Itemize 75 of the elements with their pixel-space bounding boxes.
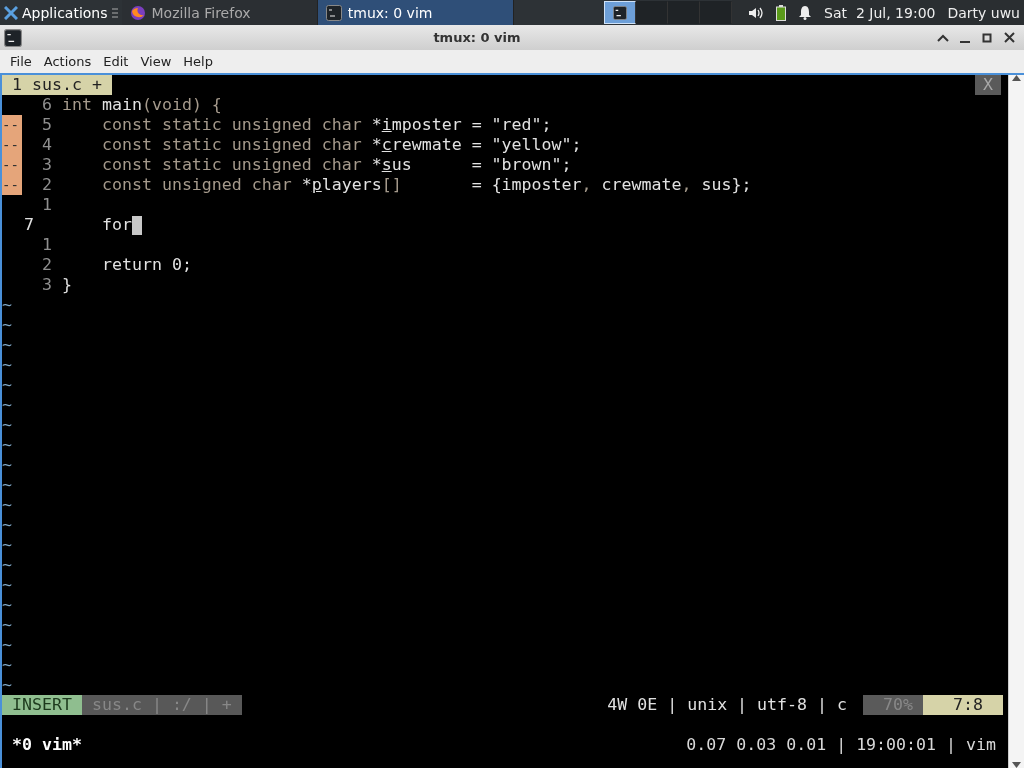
empty-line-marker: ~ — [2, 655, 12, 675]
clock[interactable]: Sat 2 Jul, 19:00 — [824, 4, 936, 21]
git-sign: -- — [2, 135, 22, 155]
terminal-icon — [613, 5, 628, 20]
code-line: } — [62, 275, 72, 295]
empty-line-marker: ~ — [2, 435, 12, 455]
line-number: 5 — [41, 115, 53, 135]
cursor-position: 7:8 — [923, 695, 1003, 715]
scrollbar[interactable] — [1008, 75, 1024, 768]
file-details: 4W 0E | unix | utf-8 | c — [607, 695, 849, 715]
git-sign: -- — [2, 175, 22, 195]
terminal-icon — [325, 4, 342, 21]
taskbar-button[interactable]: tmux: 0 vim — [317, 0, 515, 25]
empty-line-marker: ~ — [2, 315, 12, 335]
volume-icon[interactable] — [748, 5, 765, 20]
menu-icon — [111, 7, 118, 18]
code-line: const unsigned char *players[] = {imposter, crewmate, sus}; — [100, 175, 752, 195]
empty-line-marker: ~ — [2, 575, 12, 595]
menu-item[interactable]: Help — [177, 54, 219, 69]
minimize-icon — [960, 40, 970, 43]
terminal-icon — [4, 28, 22, 47]
down-arrow-icon[interactable] — [1012, 762, 1021, 768]
empty-line-marker: ~ — [2, 675, 12, 695]
empty-line-marker: ~ — [2, 515, 12, 535]
code-line: const static unsigned char *imposter = "red"; — [100, 115, 552, 135]
code-line: return 0; — [100, 255, 192, 275]
browser-icon — [129, 4, 146, 21]
battery-icon[interactable] — [776, 4, 787, 21]
line-number: 3 — [41, 275, 53, 295]
empty-line-marker: ~ — [2, 375, 12, 395]
code-line: const static unsigned char *sus = "brown"; — [100, 155, 572, 175]
line-number: 4 — [41, 135, 53, 155]
empty-line-marker: ~ — [2, 455, 12, 475]
x-logo-icon — [4, 5, 18, 20]
code-line: for — [100, 215, 132, 235]
tmux-window[interactable]: *0 vim* — [2, 735, 82, 755]
user-name[interactable]: Darty uwu — [947, 4, 1020, 21]
tmux-status: 0.07 0.03 0.01 | 19:00:01 | vim — [686, 735, 997, 755]
git-sign: -- — [2, 115, 22, 135]
line-number: 2 — [41, 255, 53, 275]
line-number: 3 — [41, 155, 53, 175]
menu-item[interactable]: Actions — [37, 54, 98, 69]
applications-menu[interactable]: Applications — [0, 0, 122, 25]
empty-line-marker: ~ — [2, 355, 12, 375]
empty-line-marker: ~ — [2, 335, 12, 355]
git-sign: -- — [2, 155, 22, 175]
code-line: const static unsigned char *crewmate = "yellow"; — [100, 135, 582, 155]
empty-line-marker: ~ — [2, 535, 12, 555]
buffer-tab[interactable]: 1 sus.c + — [2, 75, 112, 95]
menu-item[interactable]: View — [134, 54, 178, 69]
caret-up-icon — [937, 33, 949, 42]
menu-item[interactable]: File — [4, 54, 38, 69]
empty-line-marker: ~ — [2, 615, 12, 635]
mode-indicator: INSERT — [2, 695, 82, 715]
up-arrow-icon[interactable] — [1012, 75, 1021, 81]
empty-line-marker: ~ — [2, 495, 12, 515]
line-number: 6 — [41, 95, 53, 115]
window-title: tmux: 0 vim — [432, 30, 522, 45]
line-number: 1 — [41, 235, 53, 255]
empty-line-marker: ~ — [2, 555, 12, 575]
empty-line-marker: ~ — [2, 295, 12, 315]
applications-label: Applications — [22, 4, 108, 21]
code-line: int main(void) { — [62, 95, 222, 115]
empty-line-marker: ~ — [2, 415, 12, 435]
bell-icon[interactable] — [798, 5, 813, 20]
line-number: 7 — [23, 215, 35, 235]
line-number: 2 — [41, 175, 53, 195]
empty-line-marker: ~ — [2, 595, 12, 615]
empty-line-marker: ~ — [2, 475, 12, 495]
empty-line-marker: ~ — [2, 395, 12, 415]
line-number: 1 — [41, 195, 53, 215]
empty-line-marker: ~ — [2, 635, 12, 655]
close-icon — [1003, 32, 1015, 43]
menu-item[interactable]: Edit — [97, 54, 135, 69]
maximize-icon — [982, 32, 992, 43]
